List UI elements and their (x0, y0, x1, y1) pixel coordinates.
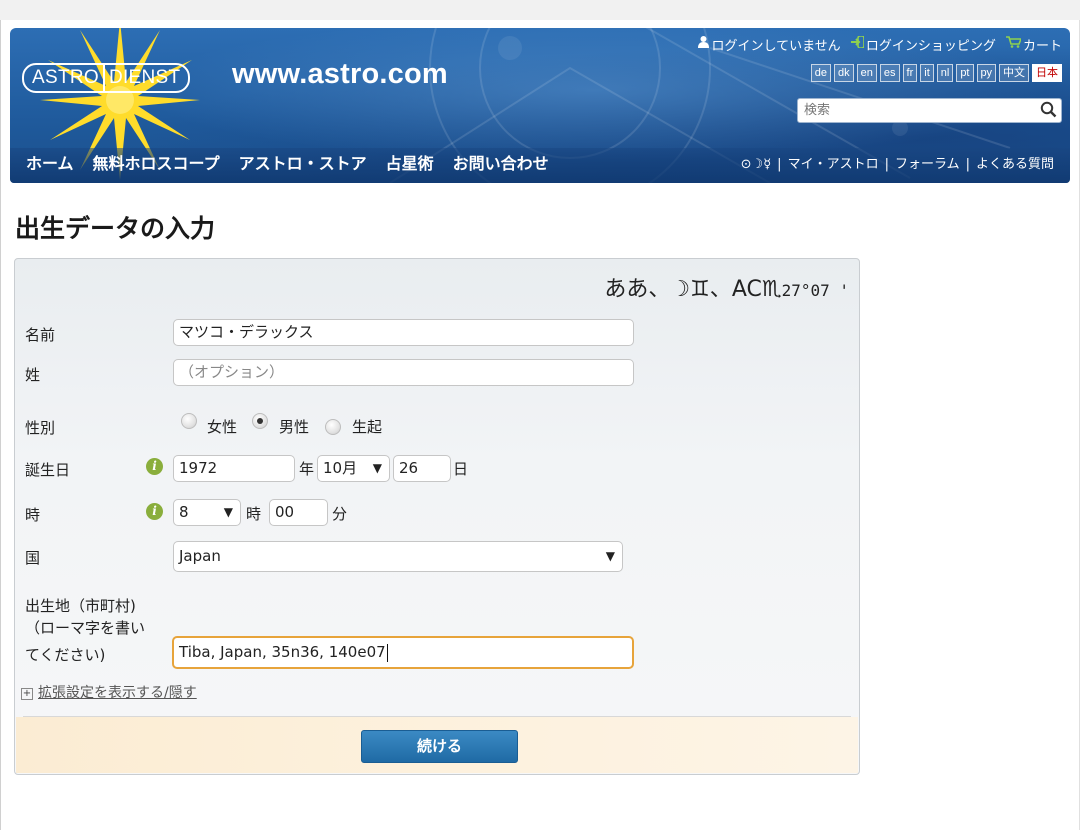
nav-astrology[interactable]: 占星術 (386, 150, 434, 174)
birthplace-label-line3: てください) (25, 646, 106, 664)
logo-dienst-text: DIENST (108, 67, 181, 88)
secondary-nav: ⊙☽☿ | マイ・アストロ | フォーラム | よくある質問 (741, 153, 1054, 172)
birth-hour-select[interactable]: 8 ▼ (173, 499, 241, 526)
birth-minute-input[interactable]: 00 (269, 499, 328, 526)
horoscope-summary-text: ああ、☽♊、 (604, 277, 732, 302)
form-footer: 続ける (16, 717, 858, 773)
birth-day-input[interactable]: 26 (393, 455, 451, 482)
name-label: 名前 (25, 326, 56, 344)
lang-es[interactable]: es (879, 64, 900, 82)
surname-input[interactable]: （オプション） (173, 359, 634, 386)
birthplace-value: Tiba, Japan, 35n36, 140e07 (179, 643, 386, 661)
birthplace-input[interactable]: Tiba, Japan, 35n36, 140e07 (172, 636, 634, 669)
main-nav: ホーム 無料ホロスコープ アストロ・ストア 占星術 お問い合わせ (26, 150, 549, 174)
nav-faq[interactable]: よくある質問 (976, 157, 1054, 172)
birth-year-input[interactable]: 1972 (173, 455, 295, 482)
gender-event-label: 生起 (352, 418, 383, 436)
text-caret (386, 643, 388, 662)
ascendant-label: AC♏ (731, 277, 782, 302)
gender-event-radio[interactable] (325, 419, 341, 435)
browser-top-strip (0, 0, 1080, 20)
astrodienst-logo[interactable]: ASTRO DIENST (22, 63, 191, 93)
time-info-icon[interactable]: i (146, 503, 163, 520)
planet-symbols-icon[interactable]: ⊙☽☿ (741, 157, 772, 172)
account-bar: ログインしていません ログインショッピング カート (692, 35, 1062, 54)
site-url-title[interactable]: www.astro.com (232, 58, 448, 91)
lang-pt[interactable]: pt (956, 64, 974, 82)
nav-my-astro[interactable]: マイ・アストロ (788, 157, 879, 172)
page-title: 出生データの入力 (15, 214, 216, 243)
nav-separator: | (777, 157, 782, 172)
year-unit: 年 (299, 460, 315, 478)
search-box (797, 98, 1062, 123)
birth-data-form: ああ、☽♊、AC♏27°07 ' 名前 マツコ・デラックス 姓 （オプション） … (14, 258, 860, 775)
birthplace-label-line1: 出生地（市町村) (25, 597, 136, 615)
country-label: 国 (25, 549, 41, 567)
ascendant-degree: 27°07 ' (781, 281, 849, 300)
lang-fr[interactable]: fr (902, 64, 918, 82)
logo-astro-text: ASTRO (32, 67, 99, 88)
country-value: Japan (179, 547, 221, 565)
user-icon (698, 36, 710, 48)
name-input[interactable]: マツコ・デラックス (173, 319, 634, 346)
chevron-down-icon: ▼ (223, 505, 233, 519)
cart-link[interactable]: カート (1023, 39, 1062, 54)
extended-settings-link[interactable]: 拡張設定を表示する/隠す (38, 685, 197, 701)
gender-male-label: 男性 (279, 418, 310, 436)
nav-separator: | (965, 157, 970, 172)
minute-unit: 分 (332, 505, 348, 523)
continue-button[interactable]: 続ける (361, 730, 518, 763)
birthplace-label-line2: （ローマ字を書い (25, 619, 146, 637)
language-selector: de dk en es fr it nl pt ру 中文 日本 (810, 64, 1062, 82)
lang-ja[interactable]: 日本 (1032, 64, 1062, 82)
surname-label: 姓 (25, 366, 41, 384)
chevron-down-icon: ▼ (605, 549, 615, 563)
nav-home[interactable]: ホーム (26, 150, 74, 174)
nav-forum[interactable]: フォーラム (895, 157, 960, 172)
nav-separator: | (884, 157, 889, 172)
birth-month-select[interactable]: 10月 ▼ (317, 455, 390, 482)
time-label: 時 (25, 506, 41, 524)
country-select[interactable]: Japan ▼ (173, 541, 623, 572)
lang-en[interactable]: en (856, 64, 877, 82)
birth-month-value: 10月 (323, 459, 358, 477)
chevron-down-icon: ▼ (372, 461, 382, 475)
lang-zh[interactable]: 中文 (999, 64, 1029, 82)
gender-female-label: 女性 (207, 418, 238, 436)
gender-male-radio[interactable] (252, 413, 268, 429)
gender-female-radio[interactable] (181, 413, 197, 429)
hour-unit: 時 (246, 505, 262, 523)
birthdate-label: 誕生日 (25, 461, 71, 479)
logo-divider (102, 65, 105, 91)
nav-astro-shop[interactable]: アストロ・ストア (239, 150, 367, 174)
search-input[interactable] (798, 100, 1040, 121)
extended-settings-toggle[interactable]: + 拡張設定を表示する/隠す (21, 682, 197, 702)
nav-free-horoscopes[interactable]: 無料ホロスコープ (93, 150, 220, 174)
site-header: ASTRO DIENST www.astro.com ログインしていません ログイ… (10, 28, 1070, 183)
birthdate-info-icon[interactable]: i (146, 458, 163, 475)
search-icon[interactable] (1040, 101, 1057, 118)
horoscope-summary: ああ、☽♊、AC♏27°07 ' (604, 271, 849, 303)
lang-nl[interactable]: nl (936, 64, 954, 82)
expand-plus-icon: + (21, 688, 33, 700)
gender-label: 性別 (25, 419, 56, 437)
cart-icon (1005, 36, 1021, 48)
nav-contact[interactable]: お問い合わせ (453, 150, 549, 174)
sign-in-icon (850, 36, 864, 48)
day-unit: 日 (453, 460, 469, 478)
login-status-text: ログインしていません (711, 39, 841, 54)
birth-hour-value: 8 (179, 503, 189, 521)
login-shopping-link[interactable]: ログインショッピング (866, 39, 996, 54)
page-edge (0, 20, 1, 830)
lang-ru[interactable]: ру (976, 64, 996, 82)
lang-it[interactable]: it (920, 64, 934, 82)
lang-de[interactable]: de (810, 64, 832, 82)
lang-dk[interactable]: dk (834, 64, 854, 82)
